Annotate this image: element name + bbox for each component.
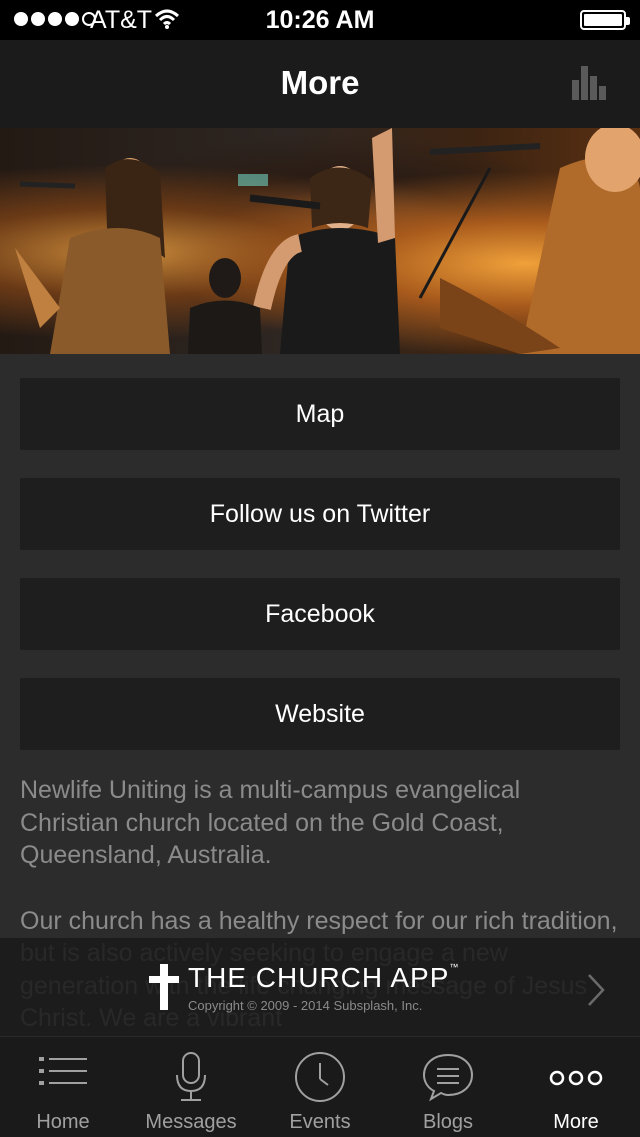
tab-label: Events (289, 1111, 351, 1133)
map-button[interactable]: Map (20, 378, 620, 450)
tab-events[interactable]: Events (256, 1037, 384, 1137)
tab-label: Home (36, 1111, 90, 1133)
clock-icon (295, 1052, 345, 1102)
tab-messages[interactable]: Messages (126, 1037, 256, 1137)
battery-icon (580, 10, 630, 30)
banner-brand: THE CHURCH APP™ (188, 962, 460, 993)
twitter-button[interactable]: Follow us on Twitter (20, 478, 620, 550)
facebook-button[interactable]: Facebook (20, 578, 620, 650)
chat-bubble-icon (422, 1053, 474, 1102)
tab-label: Messages (145, 1111, 237, 1133)
navigation-bar: More (0, 40, 640, 128)
tab-label: More (553, 1111, 599, 1133)
microphone-icon (176, 1052, 206, 1101)
more-dots-icon (549, 1070, 603, 1086)
tab-home[interactable]: Home (0, 1037, 126, 1137)
tab-more[interactable]: More (512, 1037, 640, 1137)
church-app-banner[interactable]: THE CHURCH APP™ Copyright © 2009 - 2014 … (0, 938, 640, 1036)
tab-blogs[interactable]: Blogs (384, 1037, 512, 1137)
hero-image (0, 128, 640, 354)
page-title: More (280, 64, 360, 101)
tab-bar: Home Messages Events Blogs More (0, 1036, 640, 1137)
chart-bars-icon[interactable] (572, 66, 608, 100)
list-icon (39, 1057, 87, 1085)
cross-icon (160, 964, 168, 1010)
tab-label: Blogs (422, 1111, 474, 1133)
chevron-right-icon[interactable] (586, 972, 606, 1008)
banner-copyright: Copyright © 2009 - 2014 Subsplash, Inc. (188, 998, 423, 1013)
website-button[interactable]: Website (20, 678, 620, 750)
worship-band-illustration (15, 128, 640, 354)
clock: 10:26 AM (265, 6, 375, 34)
status-bar: AT&T 10:26 AM (0, 0, 640, 40)
description-paragraph: Newlife Uniting is a multi-campus evange… (20, 776, 521, 869)
